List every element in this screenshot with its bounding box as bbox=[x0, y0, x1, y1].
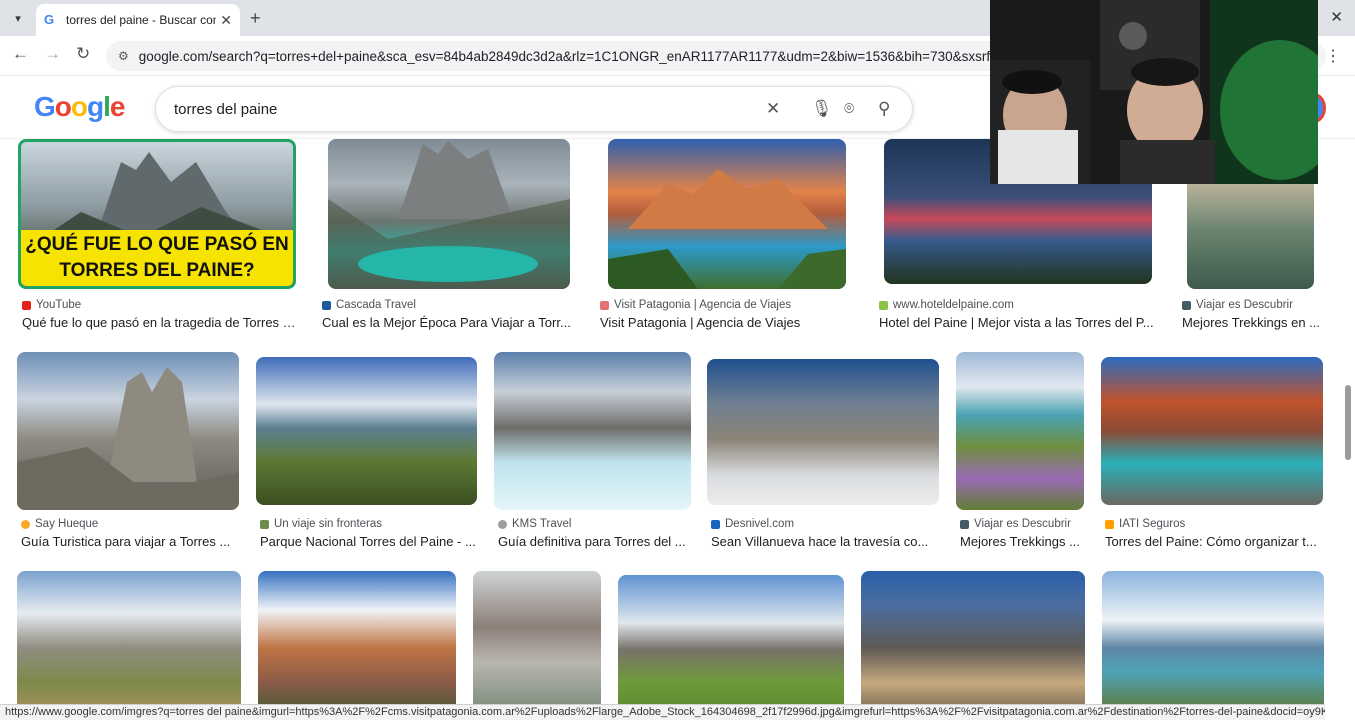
result-thumbnail[interactable] bbox=[956, 352, 1084, 510]
result-source: IATI Seguros bbox=[1105, 518, 1185, 530]
result-title[interactable]: Sean Villanueva hace la travesía co... bbox=[711, 534, 939, 549]
result-thumbnail[interactable] bbox=[473, 571, 601, 705]
result-source: Say Hueque bbox=[21, 518, 98, 530]
result-source: Visit Patagonia | Agencia de Viajes bbox=[600, 299, 791, 311]
result-card[interactable]: Say Hueque Guía Turistica para viajar a … bbox=[17, 352, 245, 552]
back-icon[interactable]: ← bbox=[12, 44, 29, 64]
result-title[interactable]: Guía Turistica para viajar a Torres ... bbox=[21, 534, 235, 549]
browser-menu-icon[interactable]: ⋮ bbox=[1325, 46, 1341, 66]
result-source: Viajar es Descubrir bbox=[960, 518, 1071, 530]
url-text: google.com/search?q=torres+del+paine&sca… bbox=[138, 48, 1071, 64]
result-thumbnail[interactable] bbox=[861, 571, 1085, 705]
webcam-overlay bbox=[990, 0, 1318, 184]
scrollbar-thumb[interactable] bbox=[1345, 385, 1351, 460]
window-close-icon[interactable]: ✕ bbox=[1330, 8, 1343, 26]
result-thumbnail[interactable] bbox=[707, 359, 939, 505]
result-card[interactable]: Cascada Travel Cual es la Mejor Época Pa… bbox=[318, 139, 576, 334]
tab-search-icon[interactable]: ▾ bbox=[8, 8, 28, 28]
result-card[interactable]: Viajar es Descubrir Mejores Trekkings ..… bbox=[956, 352, 1088, 552]
reload-icon[interactable]: ↻ bbox=[76, 44, 90, 64]
close-tab-icon[interactable]: ✕ bbox=[220, 12, 232, 29]
result-card[interactable] bbox=[861, 571, 1087, 705]
result-title[interactable]: Visit Patagonia | Agencia de Viajes bbox=[600, 315, 858, 330]
result-card[interactable] bbox=[618, 571, 846, 705]
status-bar-url: https://www.google.com/imgres?q=torres d… bbox=[0, 704, 1325, 720]
result-title[interactable]: Guía definitiva para Torres del ... bbox=[498, 534, 690, 549]
image-results: ¿QUÉ FUE LO QUE PASÓ EN TORRES DEL PAINE… bbox=[0, 139, 1340, 705]
result-title[interactable]: Cual es la Mejor Época Para Viajar a Tor… bbox=[322, 315, 574, 330]
result-thumbnail[interactable] bbox=[17, 571, 241, 705]
result-thumbnail[interactable] bbox=[258, 571, 456, 705]
new-tab-icon[interactable]: + bbox=[250, 8, 261, 29]
microphone-icon[interactable]: 🎙 bbox=[811, 99, 833, 119]
result-title[interactable]: Torres del Paine: Cómo organizar t... bbox=[1105, 534, 1327, 549]
result-source: KMS Travel bbox=[498, 518, 571, 530]
site-info-icon[interactable]: ⚙ bbox=[118, 49, 129, 63]
result-thumbnail[interactable]: ¿QUÉ FUE LO QUE PASÓ EN TORRES DEL PAINE… bbox=[18, 139, 296, 289]
result-thumbnail[interactable] bbox=[256, 357, 477, 505]
search-box: ✕ 🎙 ⌾ ⚲ bbox=[155, 86, 913, 132]
page-scrollbar[interactable] bbox=[1343, 140, 1353, 700]
result-thumbnail[interactable] bbox=[17, 352, 239, 510]
result-card[interactable] bbox=[473, 571, 603, 705]
result-thumbnail[interactable] bbox=[1101, 357, 1323, 505]
result-card[interactable]: Desnivel.com Sean Villanueva hace la tra… bbox=[707, 352, 943, 552]
result-title[interactable]: Qué fue lo que pasó en la tragedia de To… bbox=[22, 315, 296, 330]
tab-title: torres del paine - Buscar con Google bbox=[66, 13, 217, 27]
result-card[interactable]: Un viaje sin fronteras Parque Nacional T… bbox=[256, 352, 482, 552]
result-thumbnail[interactable] bbox=[328, 139, 570, 289]
result-source: Desnivel.com bbox=[711, 518, 794, 530]
result-card[interactable]: KMS Travel Guía definitiva para Torres d… bbox=[494, 352, 694, 552]
result-source: www.hoteldelpaine.com bbox=[879, 299, 1014, 311]
result-thumbnail[interactable] bbox=[608, 139, 846, 289]
result-title[interactable]: Parque Nacional Torres del Paine - ... bbox=[260, 534, 480, 549]
result-card[interactable]: IATI Seguros Torres del Paine: Cómo orga… bbox=[1101, 352, 1327, 552]
result-source: Un viaje sin fronteras bbox=[260, 518, 382, 530]
google-favicon-icon: G bbox=[44, 12, 55, 27]
result-thumbnail[interactable] bbox=[494, 352, 691, 510]
search-icon[interactable]: ⚲ bbox=[878, 99, 890, 119]
result-thumbnail[interactable] bbox=[1102, 571, 1324, 705]
result-card[interactable] bbox=[258, 571, 458, 705]
result-source: Viajar es Descubrir bbox=[1182, 299, 1293, 311]
lens-icon[interactable]: ⌾ bbox=[844, 99, 854, 119]
result-source: YouTube bbox=[22, 299, 81, 311]
thumbnail-overlay-text: ¿QUÉ FUE LO QUE PASÓ EN TORRES DEL PAINE… bbox=[21, 230, 293, 286]
active-tab[interactable]: G torres del paine - Buscar con Google ✕ bbox=[36, 4, 240, 36]
youtube-icon bbox=[22, 300, 31, 310]
webcam-video-icon bbox=[990, 0, 1318, 184]
search-input[interactable] bbox=[174, 100, 734, 118]
result-card[interactable] bbox=[1102, 571, 1326, 705]
result-card[interactable]: ¿QUÉ FUE LO QUE PASÓ EN TORRES DEL PAINE… bbox=[18, 139, 296, 334]
result-source: Cascada Travel bbox=[322, 299, 416, 311]
result-thumbnail[interactable] bbox=[618, 575, 844, 705]
result-title[interactable]: Hotel del Paine | Mejor vista a las Torr… bbox=[879, 315, 1160, 330]
google-logo[interactable]: Google bbox=[34, 91, 125, 123]
result-card[interactable]: Visit Patagonia | Agencia de Viajes Visi… bbox=[596, 139, 858, 334]
result-title[interactable]: Mejores Trekkings en ... bbox=[1182, 315, 1322, 330]
forward-icon[interactable]: → bbox=[44, 44, 61, 64]
result-card[interactable] bbox=[17, 571, 243, 705]
result-title[interactable]: Mejores Trekkings ... bbox=[960, 534, 1086, 549]
clear-icon[interactable]: ✕ bbox=[766, 99, 780, 119]
